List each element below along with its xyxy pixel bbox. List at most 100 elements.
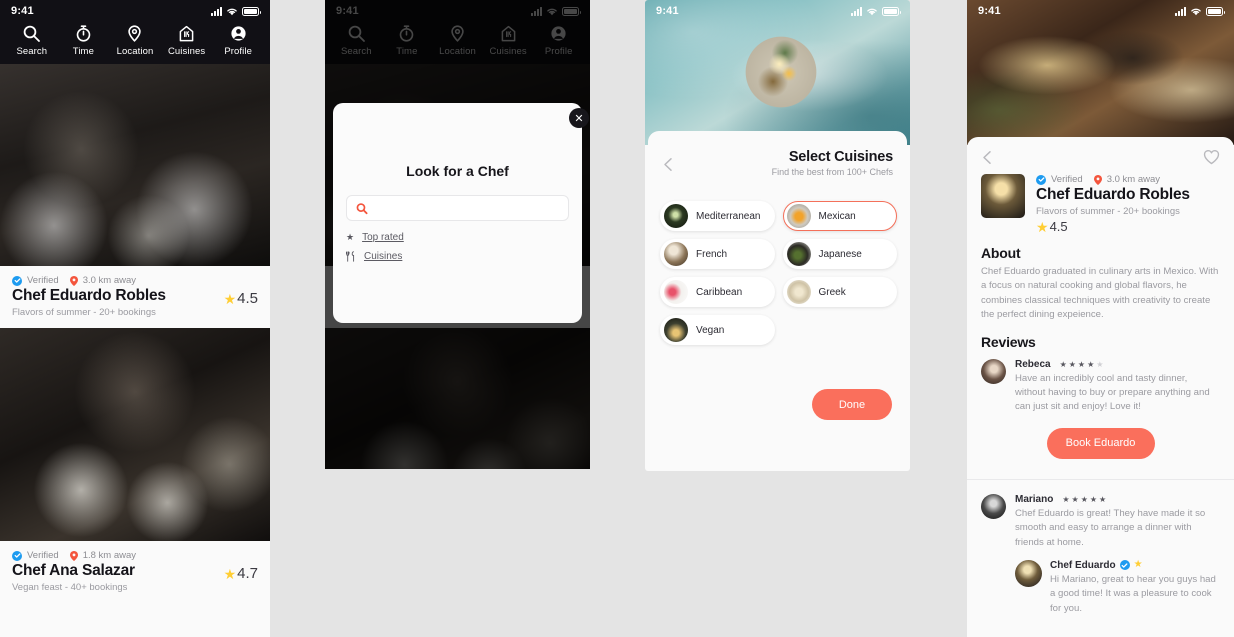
chef-rating: ★ 4.7 [224,565,258,582]
search-icon [356,202,368,214]
map-pin-icon [1093,174,1102,185]
cuisine-thumbnail [664,280,688,304]
cuisine-label: Japanese [818,248,862,260]
nav-item-cuisines[interactable]: Cuisines [161,24,213,57]
phone-screen-select-cuisines: 9:41 Select Cuisines Find the best from … [645,0,910,471]
cuisine-chip-vegan[interactable]: Vegan [660,315,775,345]
nav-item-search[interactable]: Search [6,24,58,57]
chef-card-ana[interactable]: Verified 1.8 km away Chef Ana Salazar Ve… [0,541,270,603]
cellular-bars-icon [211,6,222,16]
cuisine-label: Vegan [696,324,725,336]
review-text: Have an incredibly cool and tasty dinner… [1015,372,1210,413]
phone-screen-search-modal: 9:41 Search Time Location Cuisin [325,0,590,469]
user-circle-icon [231,26,246,41]
chef-photo-eduardo[interactable] [0,64,270,266]
reviewer-name: Mariano [1015,493,1054,505]
chef-name: Chef Eduardo Robles [1036,186,1190,203]
search-input[interactable] [374,202,559,214]
cuisine-chip-french[interactable]: French [660,239,775,269]
verified-check-icon [1036,174,1046,185]
cuisine-chip-greek[interactable]: Greek [782,277,897,307]
search-modal: ✕ Look for a Chef ★ Top rated Cuisines [333,103,589,323]
done-button[interactable]: Done [812,389,892,420]
chef-card-eduardo[interactable]: Verified 3.0 km away Chef Eduardo Robles… [0,266,270,328]
cuisine-label: French [696,248,728,260]
page-title: Select Cuisines [788,149,893,165]
chef-name: Chef Ana Salazar [12,562,135,579]
wifi-icon [1191,8,1201,15]
quicklink-cuisines[interactable]: Cuisines [346,251,569,262]
cuisine-chip-mexican[interactable]: Mexican [782,201,897,231]
modal-title: Look for a Chef [406,163,509,179]
chef-meta: Verified 3.0 km away [12,275,258,286]
book-button[interactable]: Book Eduardo [1046,427,1155,459]
chef-distance: 3.0 km away [1106,174,1161,185]
cellular-bars-icon [851,6,862,16]
cuisine-chip-japanese[interactable]: Japanese [782,239,897,269]
restaurant-house-icon [179,25,194,42]
reviewer-name: Rebeca [1015,358,1051,370]
nav-label-cuisines: Cuisines [167,46,206,57]
verified-check-icon [12,550,22,561]
cuisines-sheet: Select Cuisines Find the best from 100+ … [648,131,907,468]
quicklink-top-rated[interactable]: ★ Top rated [346,232,569,243]
search-input-wrapper[interactable] [346,195,569,221]
nav-item-time[interactable]: Time [58,24,110,57]
chef-rating: ★ 4.5 [224,290,258,307]
star-icon: ★ [1133,559,1143,571]
about-heading: About [981,245,1021,261]
close-icon[interactable]: ✕ [569,108,589,128]
cuisine-thumbnail [664,242,688,266]
cuisine-label: Caribbean [696,286,743,298]
quicklink-label: Cuisines [364,251,403,262]
heart-outline-icon[interactable] [1203,149,1220,165]
cuisine-label: Mediterranean [696,210,761,222]
replier-name: Chef Eduardo [1050,559,1116,571]
chef-photo-ana[interactable] [0,328,270,541]
profile-sheet: Verified 3.0 km away Chef Eduardo Robles… [967,137,1234,637]
nav-label-location: Location [116,46,154,57]
cuisine-chip-caribbean[interactable]: Caribbean [660,277,775,307]
review-reply: Chef Eduardo ★ Hi Mariano, great to hear… [1015,559,1220,616]
chef-tagline: Vegan feast - 40+ bookings [12,582,128,593]
cuisine-label: Mexican [818,210,856,222]
review-text: Chef Eduardo is great! They have made it… [1015,507,1206,548]
chevron-left-icon[interactable] [662,157,675,172]
cuisine-thumbnail [664,204,688,228]
cutlery-icon [346,251,355,262]
nav-item-profile[interactable]: Profile [212,24,264,57]
status-bar-time: 9:41 [11,5,34,17]
nav-label-search: Search [16,46,48,57]
stopwatch-icon [76,25,91,42]
bottom-nav-top-bar: Search Time Location Cuisines Profile [0,22,270,64]
battery-icon [242,6,261,16]
rating-stars: ★ ★ ★ ★ ★ [1062,494,1107,504]
cuisine-label: Greek [818,286,846,298]
verified-check-icon [12,275,22,286]
cuisine-thumbnail [786,242,811,266]
rating-stars: ★ ★ ★ ★ ★ [1059,359,1104,369]
reviews-heading: Reviews [981,333,1036,350]
chef-meta: Verified 1.8 km away [12,550,258,561]
nav-item-location[interactable]: Location [109,24,161,57]
verified-label: Verified [1051,174,1083,185]
review-item-mariano: Mariano ★ ★ ★ ★ ★ Chef Eduardo is great! The… [967,480,1234,616]
chef-meta: Verified 3.0 km away [1036,174,1220,185]
dish-photo [741,32,821,112]
map-pin-icon [69,275,78,286]
reply-text: Hi Mariano, great to hear you guys had a… [1050,573,1216,614]
verified-label: Verified [27,275,59,286]
search-icon [23,25,41,42]
rating-value: 4.5 [1049,219,1068,234]
chef-distance: 3.0 km away [82,275,137,286]
battery-icon [1206,6,1225,16]
cuisine-chip-mediterranean[interactable]: Mediterranean [660,201,775,231]
chevron-left-icon[interactable] [981,150,994,165]
chef-tagline: Flavors of summer - 20+ bookings [12,307,156,318]
nav-label-profile: Profile [224,46,252,57]
phone-screen-chef-list: 9:41 Search Time Location Cuisines Profi… [0,0,270,637]
star-icon: ★ [223,290,237,307]
verified-label: Verified [27,550,59,561]
star-icon: ★ [346,232,355,242]
status-bar: 9:41 [645,0,910,22]
